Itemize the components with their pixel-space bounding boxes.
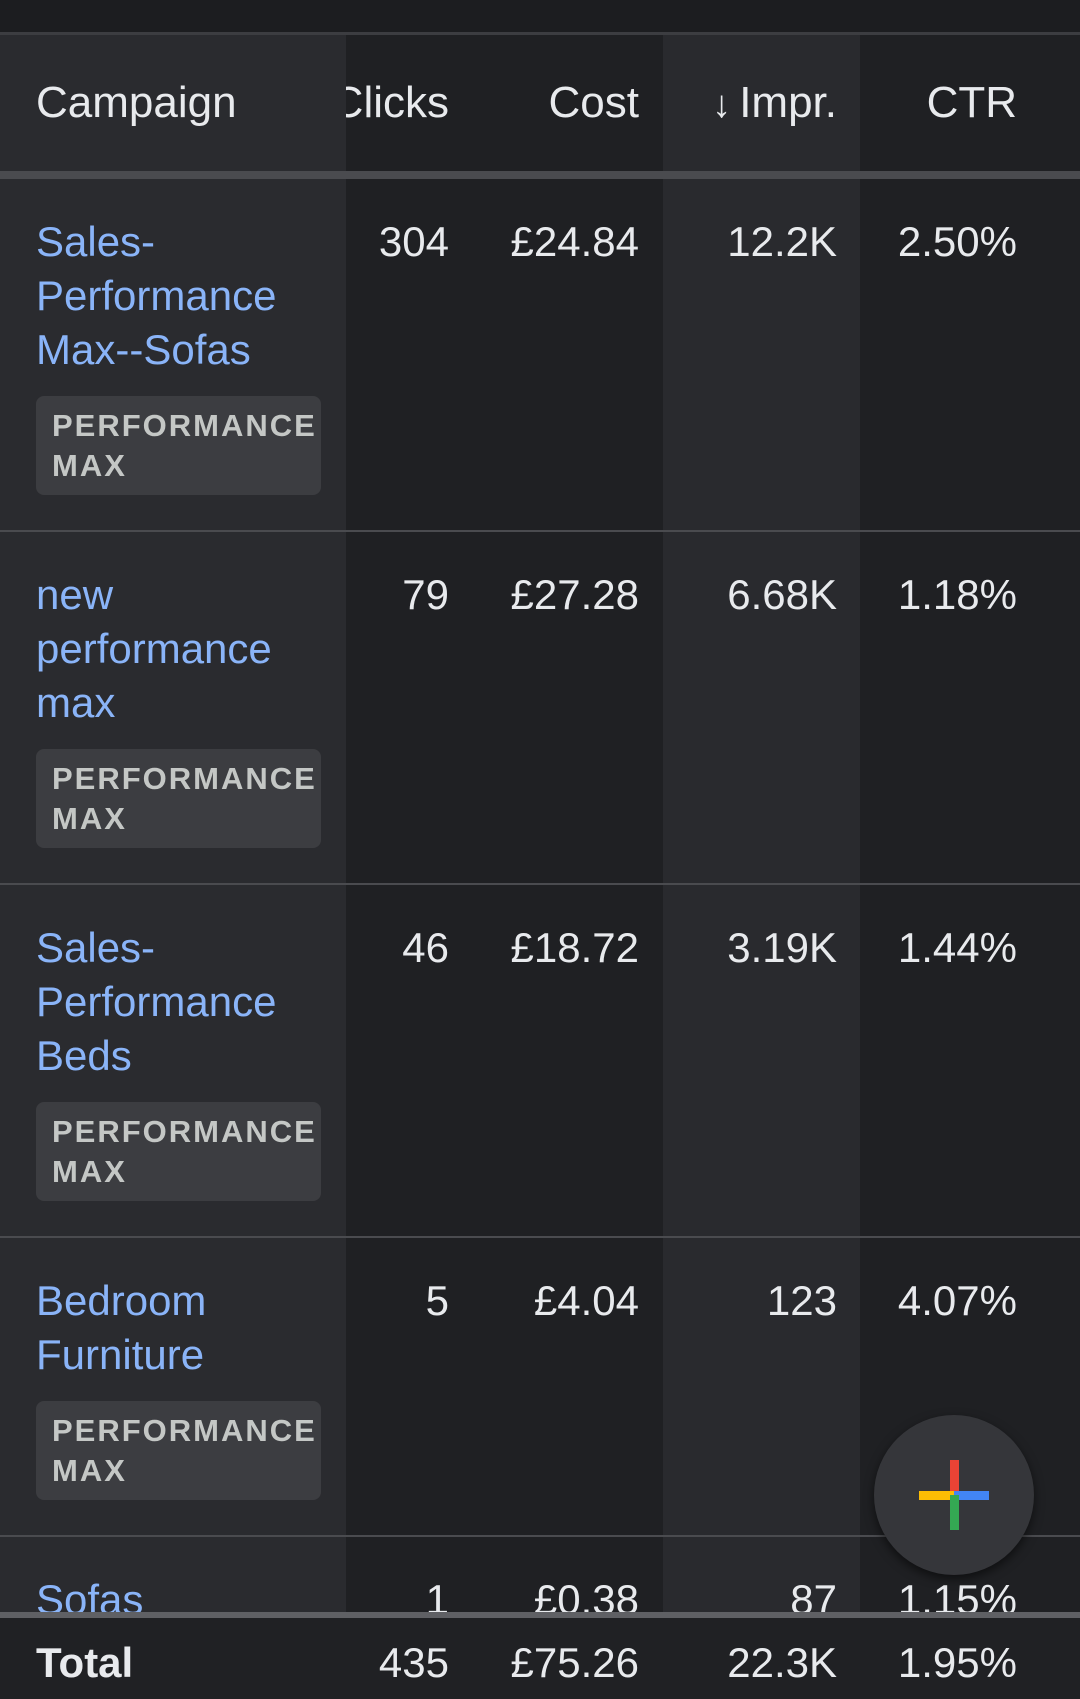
table-row[interactable]: new performance max PERFORMANCE MAX 79 £… xyxy=(0,532,1080,885)
clicks-value: 46 xyxy=(402,924,449,971)
total-row: Total 435 £75.26 22.3K 1.95% xyxy=(0,1612,1080,1699)
column-header-clicks[interactable]: Clicks xyxy=(346,35,449,171)
total-clicks: 435 xyxy=(378,1639,449,1686)
campaign-name-link[interactable]: Sales-Performance Beds xyxy=(36,921,326,1083)
total-cost: £75.26 xyxy=(510,1639,639,1686)
cost-value: £18.72 xyxy=(510,924,639,971)
header-divider xyxy=(0,171,1080,179)
ctr-value: 1.18% xyxy=(897,571,1017,618)
column-header-cost[interactable]: Cost xyxy=(463,35,639,171)
top-bar xyxy=(0,0,1080,35)
impr-value: 12.2K xyxy=(727,218,837,265)
column-header-ctr[interactable]: CTR xyxy=(860,35,1017,171)
campaign-type-badge: PERFORMANCE MAX xyxy=(36,396,321,495)
impr-value: 6.68K xyxy=(727,571,837,618)
impr-value: 3.19K xyxy=(727,924,837,971)
column-header-impr-label: Impr. xyxy=(739,78,837,127)
campaign-type-badge: PERFORMANCE MAX xyxy=(36,1401,321,1500)
impr-value: 123 xyxy=(766,1277,837,1324)
clicks-value: 304 xyxy=(378,218,449,265)
campaign-type-badge: PERFORMANCE MAX xyxy=(36,749,321,848)
cost-value: £4.04 xyxy=(533,1277,639,1324)
total-ctr: 1.95% xyxy=(897,1639,1017,1686)
arrow-down-icon: ↓ xyxy=(712,84,732,126)
column-header-campaign[interactable]: Campaign xyxy=(36,35,336,171)
table-row[interactable]: Sales-Performance Beds PERFORMANCE MAX 4… xyxy=(0,885,1080,1238)
google-plus-icon xyxy=(919,1460,989,1530)
table-row[interactable]: Sales-Performance Max--Sofas PERFORMANCE… xyxy=(0,179,1080,532)
clicks-value: 5 xyxy=(425,1277,449,1324)
campaign-name-link[interactable]: new performance max xyxy=(36,568,326,730)
add-fab-button[interactable] xyxy=(874,1415,1034,1575)
ctr-value: 2.50% xyxy=(897,218,1017,265)
table-header: Campaign Clicks Cost ↓ Impr. CTR xyxy=(0,35,1080,171)
clicks-value: 79 xyxy=(402,571,449,618)
cost-value: £27.28 xyxy=(510,571,639,618)
campaign-type-badge: PERFORMANCE MAX xyxy=(36,1102,321,1201)
column-header-impr[interactable]: ↓ Impr. xyxy=(663,35,837,171)
total-impr: 22.3K xyxy=(727,1639,837,1686)
total-label: Total xyxy=(36,1639,134,1686)
cost-value: £24.84 xyxy=(510,218,639,265)
campaign-name-link[interactable]: Bedroom Furniture xyxy=(36,1274,326,1382)
ctr-value: 1.44% xyxy=(897,924,1017,971)
ctr-value: 4.07% xyxy=(897,1277,1017,1324)
campaign-name-link[interactable]: Sales-Performance Max--Sofas xyxy=(36,215,326,377)
